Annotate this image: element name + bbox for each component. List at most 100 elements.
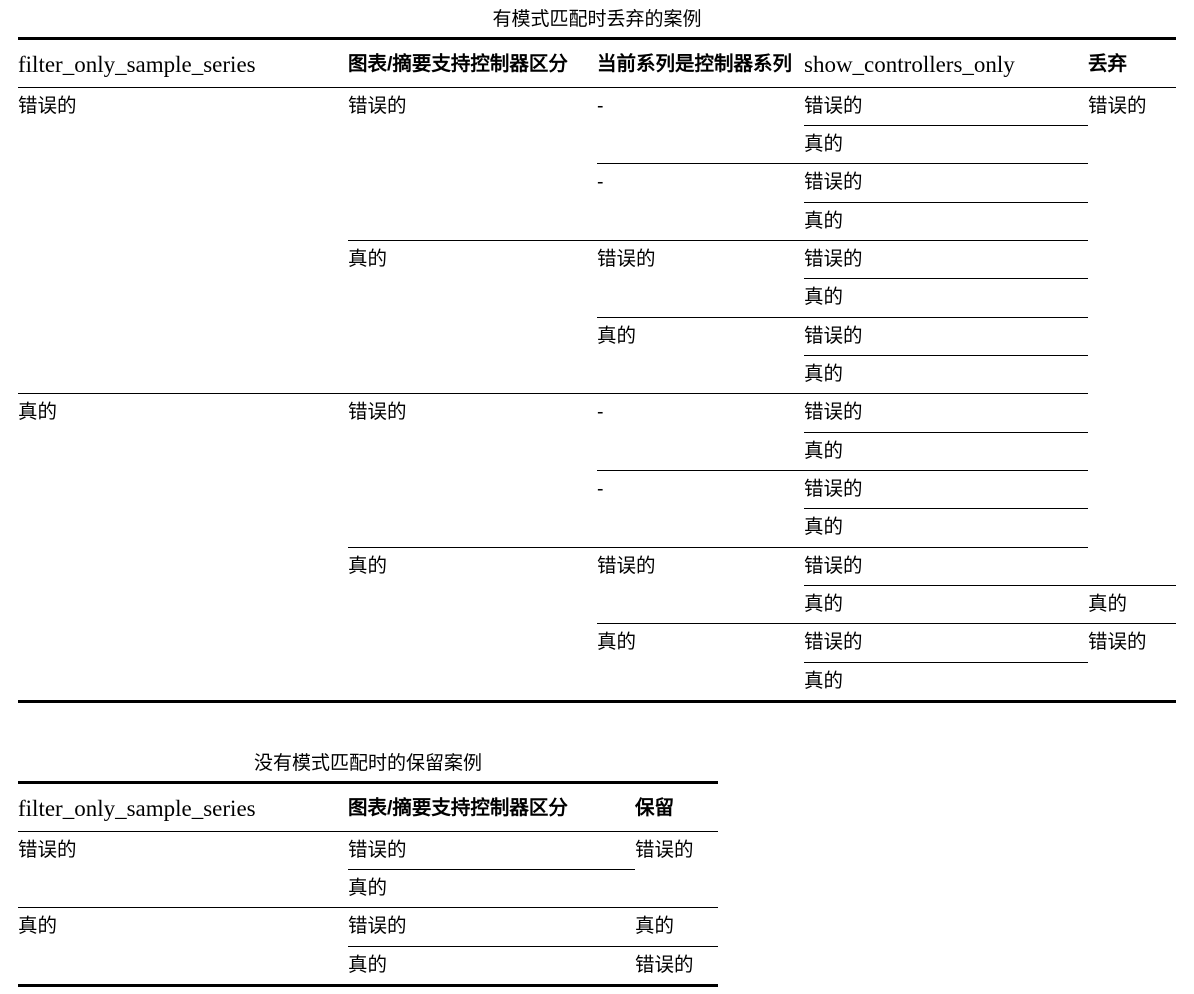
cell-filter_only_sample_series: [18, 164, 348, 202]
cell-show_controllers_only: 真的: [804, 431, 1088, 471]
cell-discard: [1088, 547, 1176, 585]
cell-chart_summary_supports_controller_distinction: 错误的: [348, 86, 597, 126]
cell-chart_summary_supports_controller_distinction: [348, 356, 597, 394]
cell-chart_summary_supports_controller_distinction: [348, 471, 597, 509]
cell-filter_only_sample_series: 错误的: [18, 86, 348, 126]
cell-chart_summary_supports_controller_distinction: 错误的: [348, 830, 635, 870]
cell-filter_only_sample_series: [18, 509, 348, 547]
cell-current_series_is_controller_series: [597, 202, 804, 240]
cell-show_controllers_only: 错误的: [804, 546, 1088, 586]
cell-chart_summary_supports_controller_distinction: [348, 125, 597, 163]
cell-show_controllers_only: 错误的: [804, 623, 1088, 663]
cell-show_controllers_only: 错误的: [804, 316, 1088, 356]
cell-current_series_is_controller_series: -: [597, 470, 804, 509]
table-row: 真的 错误的 错误的: [18, 623, 1176, 663]
cell-chart_summary_supports_controller_distinction: [348, 202, 597, 240]
cell-discard: [1088, 279, 1176, 317]
table-1-container: 有模式匹配时丢弃的案例 filter_only_sample_series 图表/…: [18, 8, 1176, 707]
cell-current_series_is_controller_series: [597, 586, 804, 624]
cell-filter_only_sample_series: [18, 356, 348, 394]
keep-cases-table: 没有模式匹配时的保留案例 filter_only_sample_series 图表…: [18, 752, 718, 991]
cell-current_series_is_controller_series: [597, 279, 804, 317]
cell-discard: [1088, 317, 1176, 355]
cell-show_controllers_only: 错误的: [804, 86, 1088, 126]
cell-filter_only_sample_series: 真的: [18, 907, 348, 947]
table-row: 真的: [18, 508, 1176, 548]
cell-discard: 错误的: [1088, 86, 1176, 126]
table-row: 真的: [18, 278, 1176, 318]
column-header-keep: 保留: [635, 797, 675, 820]
column-header-filter_only_sample_series: filter_only_sample_series: [18, 795, 256, 821]
cell-chart_summary_supports_controller_distinction: 真的: [348, 868, 635, 908]
cell-filter_only_sample_series: [18, 869, 348, 907]
cell-filter_only_sample_series: [18, 317, 348, 355]
table-row: - 错误的: [18, 163, 1176, 203]
table-row: 真的 错误的 错误的: [18, 546, 1176, 586]
table-row: 真的: [18, 868, 718, 908]
cell-chart_summary_supports_controller_distinction: [348, 624, 597, 662]
cell-current_series_is_controller_series: -: [597, 86, 804, 126]
cell-filter_only_sample_series: [18, 432, 348, 470]
cell-show_controllers_only: 错误的: [804, 163, 1088, 203]
cell-filter_only_sample_series: [18, 946, 348, 985]
cell-filter_only_sample_series: [18, 125, 348, 163]
cell-current_series_is_controller_series: [597, 432, 804, 470]
cell-chart_summary_supports_controller_distinction: [348, 164, 597, 202]
table-row: - 错误的: [18, 470, 1176, 509]
cell-current_series_is_controller_series: 真的: [597, 623, 804, 663]
table-row: 真的: [18, 431, 1176, 471]
page-root: 有模式匹配时丢弃的案例 filter_only_sample_series 图表/…: [0, 0, 1194, 994]
cell-chart_summary_supports_controller_distinction: 错误的: [348, 393, 597, 433]
cell-show_controllers_only: 错误的: [804, 470, 1088, 509]
table-row: 真的 错误的 - 错误的: [18, 393, 1176, 433]
table-row: 真的: [18, 355, 1176, 394]
cell-current_series_is_controller_series: [597, 125, 804, 163]
table-row: 真的: [18, 124, 1176, 164]
column-header-show_controllers_only: show_controllers_only: [804, 51, 1015, 77]
cell-discard: [1088, 432, 1176, 470]
cell-show_controllers_only: 真的: [804, 124, 1088, 164]
cell-show_controllers_only: 真的: [804, 585, 1088, 624]
table-row: 真的 错误的 错误的: [18, 240, 1176, 279]
cell-chart_summary_supports_controller_distinction: 真的: [348, 240, 597, 279]
table-header-row: filter_only_sample_series 图表/摘要支持控制器区分 保留: [18, 787, 718, 831]
cell-keep: [635, 869, 718, 907]
cell-discard: [1088, 125, 1176, 163]
table-rule-bottom: [18, 984, 718, 991]
cell-chart_summary_supports_controller_distinction: [348, 279, 597, 317]
table-row: 错误的 错误的 错误的: [18, 830, 718, 870]
cell-show_controllers_only: 真的: [804, 355, 1088, 394]
cell-filter_only_sample_series: [18, 586, 348, 624]
table-row: 真的 错误的: [18, 945, 718, 986]
table-row: 错误的 错误的 - 错误的 错误的: [18, 86, 1176, 126]
cell-chart_summary_supports_controller_distinction: [348, 317, 597, 355]
cell-keep: 真的: [635, 907, 718, 947]
table-row: 真的 真的: [18, 585, 1176, 624]
cell-show_controllers_only: 真的: [804, 508, 1088, 548]
cell-current_series_is_controller_series: [597, 662, 804, 701]
table-2-caption: 没有模式匹配时的保留案例: [253, 753, 482, 774]
cell-discard: [1088, 164, 1176, 202]
cell-discard: [1088, 241, 1176, 279]
cell-filter_only_sample_series: 错误的: [18, 830, 348, 870]
cell-discard: [1088, 509, 1176, 547]
cell-current_series_is_controller_series: 错误的: [597, 240, 804, 279]
cell-chart_summary_supports_controller_distinction: 真的: [348, 945, 635, 986]
cell-keep: 错误的: [635, 945, 718, 986]
discard-cases-table: 有模式匹配时丢弃的案例 filter_only_sample_series 图表/…: [18, 8, 1176, 707]
column-header-current_series_is_controller_series: 当前系列是控制器系列: [597, 53, 793, 76]
cell-show_controllers_only: 错误的: [804, 393, 1088, 433]
cell-discard: [1088, 394, 1176, 432]
column-header-chart_summary_supports_controller_distinction: 图表/摘要支持控制器区分: [348, 53, 568, 76]
column-header-discard: 丢弃: [1088, 53, 1128, 76]
cell-current_series_is_controller_series: -: [597, 393, 804, 433]
cell-discard: [1088, 471, 1176, 509]
table-row: 真的: [18, 661, 1176, 702]
cell-discard: [1088, 356, 1176, 394]
table-rule-bottom: [18, 700, 1176, 707]
cell-chart_summary_supports_controller_distinction: 真的: [348, 546, 597, 586]
cell-discard: 错误的: [1088, 623, 1176, 663]
cell-chart_summary_supports_controller_distinction: [348, 586, 597, 624]
cell-discard: 真的: [1088, 585, 1176, 624]
cell-show_controllers_only: 真的: [804, 278, 1088, 318]
